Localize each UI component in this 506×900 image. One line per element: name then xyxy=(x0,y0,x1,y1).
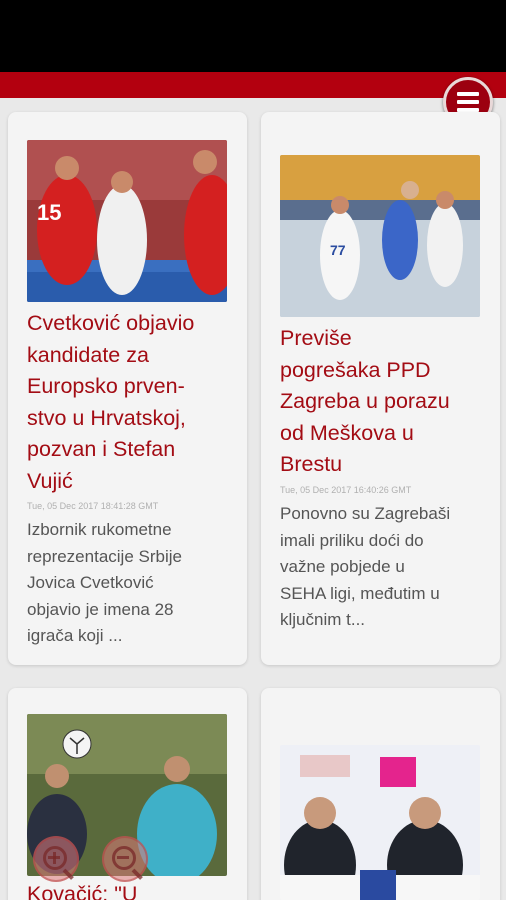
article-excerpt: Ponovno su Zagrebaši imali priliku doći … xyxy=(280,504,451,629)
article-excerpt: Izbornik rukometne reprezentacije Srbije… xyxy=(27,520,182,645)
article-title[interactable]: Previše pogrešaka PPD Zagreba u porazu o… xyxy=(280,323,495,481)
article-image[interactable]: 77 xyxy=(280,155,480,317)
article-card[interactable]: 77 Previše pogrešaka PPD Zagreba u poraz… xyxy=(261,112,500,665)
svg-text:77: 77 xyxy=(330,242,346,258)
article-title[interactable]: Cvetković objavio kandidate za Europsko … xyxy=(27,308,242,497)
article-card[interactable]: 15 Cvetković objavio kandidate za Europs… xyxy=(8,112,247,665)
article-date: Tue, 05 Dec 2017 18:41:28 GMT xyxy=(27,501,159,511)
article-title[interactable]: Kovačić: "U xyxy=(27,879,242,900)
zoom-out-icon[interactable] xyxy=(102,836,148,882)
app-header-bar xyxy=(0,72,506,98)
article-image[interactable] xyxy=(280,745,480,900)
article-card[interactable] xyxy=(261,688,500,900)
zoom-in-icon[interactable] xyxy=(33,836,79,882)
status-bar xyxy=(0,0,506,72)
article-image[interactable]: 15 xyxy=(27,140,227,302)
svg-text:15: 15 xyxy=(37,200,61,225)
article-date: Tue, 05 Dec 2017 16:40:26 GMT xyxy=(280,485,412,495)
